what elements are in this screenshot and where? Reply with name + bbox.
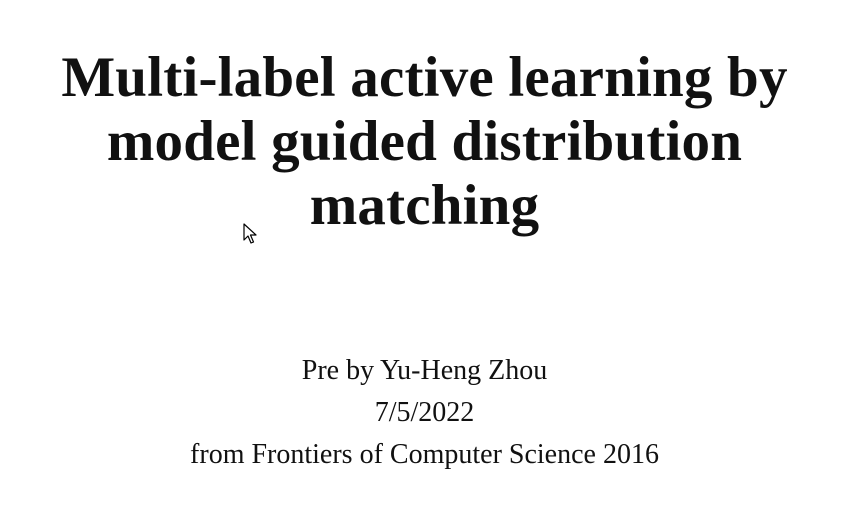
mouse-pointer-icon — [243, 223, 257, 244]
source-line: from Frontiers of Computer Science 2016 — [190, 439, 659, 470]
date-line: 7/5/2022 — [374, 397, 475, 428]
slide-title: Multi-label active learning by model gui… — [0, 46, 849, 238]
slide-title-line-3: matching — [309, 174, 540, 237]
slide-title-line-2: model guided distribution — [106, 110, 743, 173]
slide-title-line-1: Multi-label active learning by — [61, 46, 788, 109]
author-line: Pre by Yu-Heng Zhou — [301, 355, 548, 386]
presentation-slide: Multi-label active learning by model gui… — [0, 0, 849, 509]
